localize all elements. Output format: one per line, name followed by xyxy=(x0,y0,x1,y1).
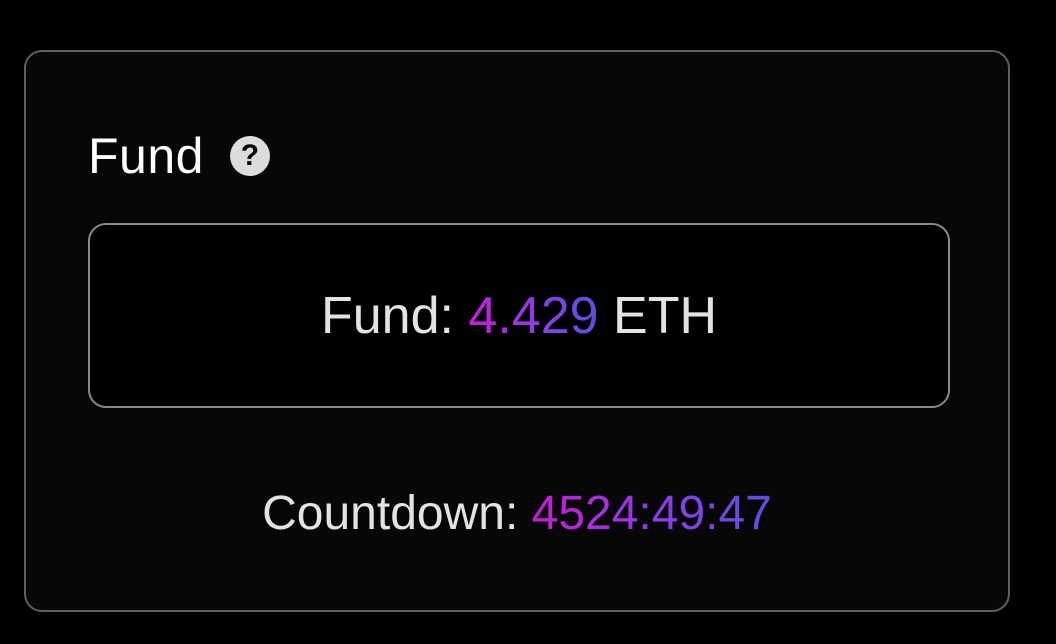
fund-label: Fund: xyxy=(320,286,454,345)
fund-unit: ETH xyxy=(613,286,718,345)
card-header: Fund ? xyxy=(88,126,270,186)
countdown: Countdown: 4524:49:47 xyxy=(26,484,1008,544)
help-icon[interactable]: ? xyxy=(229,136,270,176)
fund-value: 4.429 xyxy=(468,286,599,345)
fund-line: Fund: 4.429 ETH xyxy=(321,286,717,346)
countdown-label: Countdown: xyxy=(262,487,519,540)
countdown-value: 4524:49:47 xyxy=(531,487,772,540)
fund-card: Fund ? Fund: 4.429 ETH Countdown: 4524:4… xyxy=(24,50,1010,612)
fund-display: Fund: 4.429 ETH xyxy=(88,223,950,408)
card-title: Fund xyxy=(88,128,204,184)
